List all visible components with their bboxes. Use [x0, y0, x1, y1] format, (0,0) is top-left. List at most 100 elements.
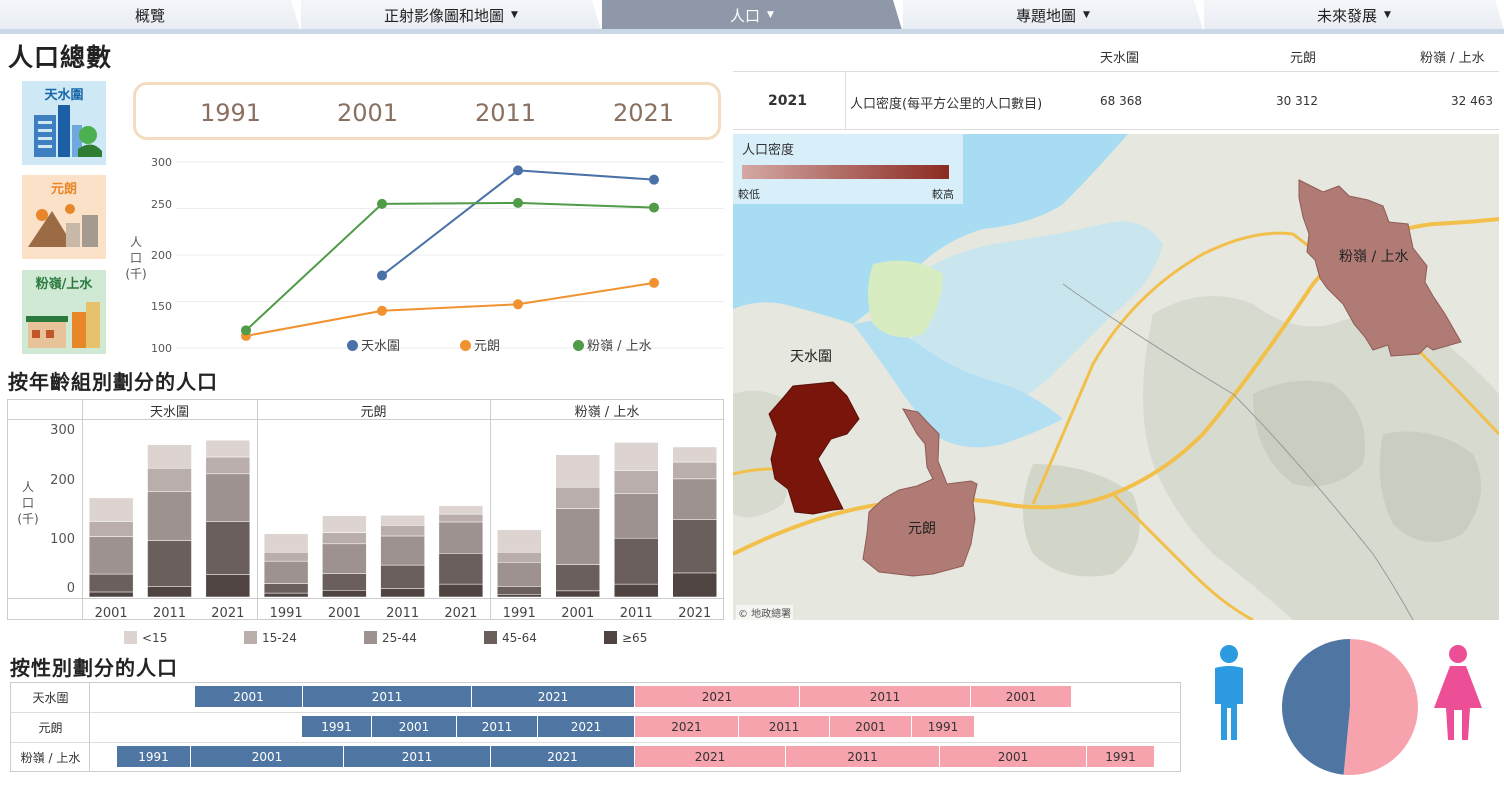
tab-future-development[interactable]: 未來發展 ▼ — [1204, 0, 1504, 30]
bar-segment — [380, 564, 425, 589]
population-density-map[interactable]: 人口密度 較低 較高 天水圍 元朗 粉嶺 / 上水 © 地政總署 — [733, 134, 1499, 620]
data-point — [649, 174, 659, 185]
bar-segment — [88, 573, 134, 593]
gender-bar-female[interactable]: 2001 — [971, 686, 1072, 707]
gender-bar-male[interactable]: 1991 — [302, 716, 372, 737]
bar-x-label: 2001 — [328, 606, 361, 620]
buildings-icon — [34, 105, 102, 157]
tab-bar: 概覽 正射影像圖和地圖 ▼ 人口 ▼ 專題地圖 ▼ 未來發展 ▼ — [0, 0, 1504, 34]
tab-overview[interactable]: 概覽 — [0, 0, 300, 30]
bar-x-label: 2001 — [95, 606, 128, 620]
pie-slice — [1282, 639, 1350, 775]
year-1991-button[interactable]: 1991 — [200, 99, 261, 127]
series-line — [245, 281, 655, 337]
bar-segment — [88, 521, 134, 537]
bar-segment — [438, 553, 484, 585]
axis-label-char: (千) — [17, 512, 39, 526]
age-legend-item[interactable]: 45-64 — [484, 631, 537, 645]
bar-segment — [147, 491, 192, 541]
gender-bar-male[interactable]: 2001 — [195, 686, 303, 707]
bar-segment — [555, 564, 600, 592]
year-2011-button[interactable]: 2011 — [475, 99, 536, 127]
total-population-title: 人口總數 — [8, 43, 113, 72]
gender-bar-female[interactable]: 2011 — [786, 746, 940, 767]
bar-segment — [555, 508, 600, 565]
gender-bar-female[interactable]: 2011 — [739, 716, 830, 737]
map-region-yuen-long[interactable] — [862, 408, 978, 577]
gender-bar-male[interactable]: 2001 — [372, 716, 457, 737]
map-label-tin-shui-wai: 天水圍 — [790, 349, 832, 365]
gender-bar-female[interactable]: 1991 — [1087, 746, 1155, 767]
age-legend-item[interactable]: <15 — [124, 631, 167, 645]
bar-x-label: 2011 — [386, 606, 419, 620]
table-divider — [733, 129, 1499, 130]
bar-segment — [205, 574, 251, 598]
tab-thematic-maps[interactable]: 專題地圖 ▼ — [903, 0, 1203, 30]
gender-pie-chart — [1282, 639, 1419, 775]
map-region-tin-shui-wai[interactable] — [768, 381, 860, 515]
tab-label: 未來發展 — [1317, 6, 1378, 25]
bar-x-label: 2021 — [444, 606, 477, 620]
age-stacked-bar-chart: 2001 2011 2021 1991 2001 2011 2021 1991 2001 2011… — [88, 439, 717, 620]
bar-x-label: 1991 — [503, 606, 536, 620]
pie-slice — [1343, 639, 1419, 775]
map-region-fanling-sheung-shui[interactable] — [1298, 179, 1462, 357]
bar-segment — [555, 486, 600, 509]
legend-label: <15 — [142, 631, 168, 645]
legend-swatch-icon — [604, 631, 617, 644]
density-col-yl: 元朗 — [1290, 51, 1317, 66]
male-icon — [1215, 645, 1243, 740]
bar-segment — [88, 497, 134, 522]
gender-bar-female[interactable]: 2021 — [635, 716, 739, 737]
bar-segment — [322, 573, 367, 591]
gender-bar-female[interactable]: 1991 — [912, 716, 975, 737]
gender-bar-male[interactable]: 2011 — [303, 686, 472, 707]
legend-tin-shui-wai[interactable]: 天水圍 — [347, 335, 400, 354]
tab-orthophoto[interactable]: 正射影像圖和地圖 ▼ — [301, 0, 601, 30]
gender-bar-female[interactable]: 2021 — [635, 746, 786, 767]
age-y-tick: 300 — [50, 423, 75, 438]
legend-label: 元朗 — [474, 339, 501, 354]
legend-swatch-icon — [124, 631, 137, 644]
legend-dot-icon — [460, 340, 471, 351]
bar-x-label: 2021 — [678, 606, 711, 620]
map-district-polygons — [768, 179, 1462, 577]
tin-shui-wai-icon-card[interactable]: 天水圍 — [22, 81, 106, 165]
age-legend-item[interactable]: ≥65 — [604, 631, 647, 645]
line-y-tick: 150 — [151, 300, 172, 313]
gender-bar-female[interactable]: 2011 — [800, 686, 971, 707]
year-2001-button[interactable]: 2001 — [337, 99, 398, 127]
tab-label: 人口 — [730, 6, 761, 25]
age-y-tick: 200 — [50, 473, 75, 488]
legend-label: 天水圍 — [361, 339, 401, 354]
legend-yuen-long[interactable]: 元朗 — [460, 335, 500, 354]
gender-bar-male[interactable]: 2011 — [344, 746, 491, 767]
bar-segment — [672, 478, 717, 520]
bar-segment — [438, 513, 484, 523]
age-legend-item[interactable]: 25-44 — [364, 631, 417, 645]
data-point — [513, 299, 523, 310]
legend-dot-icon — [573, 340, 584, 351]
gender-bar-female[interactable]: 2001 — [940, 746, 1087, 767]
gender-bar-male[interactable]: 2011 — [457, 716, 538, 737]
bar-segment — [438, 521, 484, 554]
bar-x-label: 2001 — [561, 606, 594, 620]
bar-segment — [147, 586, 192, 598]
age-legend-item[interactable]: 15-24 — [244, 631, 297, 645]
gender-bar-male[interactable]: 2021 — [538, 716, 635, 737]
tab-population[interactable]: 人口 ▼ — [602, 0, 902, 30]
gender-bar-male[interactable]: 2021 — [472, 686, 635, 707]
gender-bar-male[interactable]: 2001 — [191, 746, 344, 767]
bar-segment — [555, 590, 600, 598]
bar-segment — [205, 473, 251, 522]
fanling-sheung-shui-icon-card[interactable]: 粉嶺/上水 — [22, 270, 106, 354]
yuen-long-icon-card[interactable]: 元朗 — [22, 175, 106, 259]
gender-bar-female[interactable]: 2021 — [635, 686, 800, 707]
legend-fanling[interactable]: 粉嶺 / 上水 — [573, 335, 652, 354]
gender-bar-male[interactable]: 1991 — [117, 746, 191, 767]
year-2021-button[interactable]: 2021 — [613, 99, 674, 127]
legend-label: 15-24 — [262, 631, 297, 645]
gender-bar-female[interactable]: 2001 — [830, 716, 912, 737]
bar-segment — [205, 439, 251, 458]
gender-bar-male[interactable]: 2021 — [491, 746, 635, 767]
